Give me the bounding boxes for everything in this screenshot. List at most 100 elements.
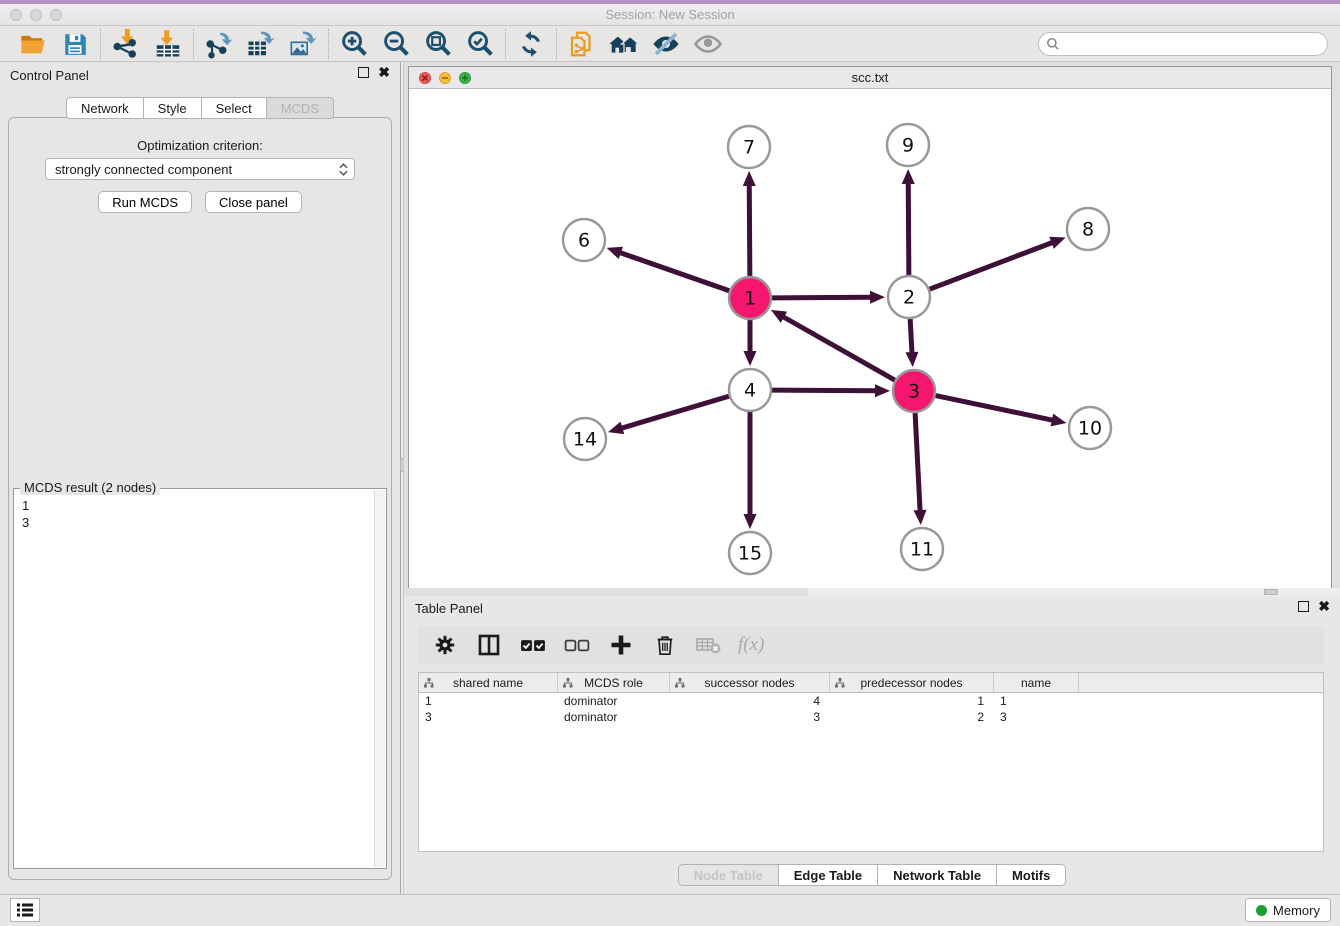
node-11[interactable]: 11	[901, 528, 943, 570]
node-4[interactable]: 4	[729, 369, 771, 411]
close-panel-icon[interactable]: ✖	[378, 67, 390, 78]
node-label-6: 6	[578, 230, 590, 252]
edge-2-9[interactable]	[908, 182, 909, 275]
node-2[interactable]: 2	[888, 276, 930, 318]
edge-arrowhead-2-9	[902, 169, 915, 184]
close-table-panel-icon[interactable]: ✖	[1318, 601, 1330, 612]
edge-2-8[interactable]	[930, 242, 1054, 289]
cell-name[interactable]: 3	[994, 709, 1079, 725]
select-all-icon[interactable]	[518, 630, 548, 660]
node-1[interactable]: 1	[729, 277, 771, 319]
cell-shared-name[interactable]: 1	[419, 693, 558, 709]
edge-3-1[interactable]	[782, 316, 895, 380]
network-canvas[interactable]: 7 9 6 8 1 2 4 3 14 10 15 11	[409, 89, 1331, 588]
memory-button[interactable]: Memory	[1245, 898, 1331, 922]
cell-MCDS-role[interactable]: dominator	[558, 709, 670, 725]
import-network-icon[interactable]	[110, 28, 142, 60]
zoom-out-icon[interactable]	[380, 28, 412, 60]
column-header-MCDS-role[interactable]: MCDS role	[558, 673, 670, 692]
node-6[interactable]: 6	[563, 219, 605, 261]
show-columns-icon[interactable]	[474, 630, 504, 660]
column-header-successor-nodes[interactable]: successor nodes	[670, 673, 830, 692]
cell-successor-nodes[interactable]: 4	[670, 693, 830, 709]
tab-network-table[interactable]: Network Table	[878, 864, 997, 886]
cell-shared-name[interactable]: 3	[419, 709, 558, 725]
close-panel-button[interactable]: Close panel	[205, 191, 302, 213]
optimization-criterion-select[interactable]: strongly connected component	[45, 158, 355, 180]
edge-arrowhead-3-11	[914, 510, 927, 525]
edge-3-10[interactable]	[936, 396, 1054, 421]
tab-network[interactable]: Network	[66, 97, 144, 119]
node-label-10: 10	[1078, 418, 1102, 440]
hide-selected-icon[interactable]	[650, 28, 682, 60]
tab-select[interactable]: Select	[202, 97, 267, 119]
edge-arrowhead-2-8	[1049, 237, 1065, 249]
control-panel: Control Panel ✖ NetworkStyleSelectMCDS O…	[0, 62, 400, 894]
edge-arrowhead-1-7	[743, 171, 756, 186]
select-stepper-icon	[339, 163, 348, 176]
zoom-selected-icon[interactable]	[464, 28, 496, 60]
horizontal-splitter-grip[interactable]	[1264, 589, 1278, 595]
node-15[interactable]: 15	[729, 532, 771, 574]
export-image-icon[interactable]	[287, 28, 319, 60]
tab-mcds[interactable]: MCDS	[267, 97, 334, 119]
cell-predecessor-nodes[interactable]: 1	[830, 693, 994, 709]
zoom-fit-icon[interactable]	[422, 28, 454, 60]
edge-arrowhead-1-6	[607, 247, 623, 259]
deselect-all-icon[interactable]	[562, 630, 592, 660]
node-10[interactable]: 10	[1069, 407, 1111, 449]
node-label-9: 9	[902, 135, 914, 157]
cell-successor-nodes[interactable]: 3	[670, 709, 830, 725]
task-history-button[interactable]	[10, 898, 40, 922]
import-table-icon[interactable]	[152, 28, 184, 60]
zoom-in-icon[interactable]	[338, 28, 370, 60]
column-header-name[interactable]: name	[994, 673, 1079, 692]
table-row[interactable]: 3dominator323	[419, 709, 1323, 725]
save-session-icon[interactable]	[59, 28, 91, 60]
node-label-3: 3	[908, 381, 920, 403]
delete-columns-icon[interactable]	[650, 630, 680, 660]
cell-MCDS-role[interactable]: dominator	[558, 693, 670, 709]
horizontal-splitter[interactable]	[808, 588, 1340, 596]
search-input[interactable]	[1038, 32, 1328, 56]
node-3[interactable]: 3	[893, 370, 935, 412]
node-7[interactable]: 7	[728, 126, 770, 168]
column-header-predecessor-nodes[interactable]: predecessor nodes	[830, 673, 994, 692]
network-window-titlebar[interactable]: scc.txt	[409, 67, 1331, 89]
open-session-icon[interactable]	[17, 28, 49, 60]
first-neighbors-icon[interactable]	[608, 28, 640, 60]
edge-4-3[interactable]	[772, 390, 877, 391]
edge-1-6[interactable]	[619, 252, 729, 291]
node-9[interactable]: 9	[887, 124, 929, 166]
add-column-icon[interactable]	[606, 630, 636, 660]
node-14[interactable]: 14	[564, 418, 606, 460]
mcds-result-scrollbar[interactable]	[374, 490, 385, 867]
export-table-icon[interactable]	[245, 28, 277, 60]
node-8[interactable]: 8	[1067, 208, 1109, 250]
tab-edge-table[interactable]: Edge Table	[779, 864, 878, 886]
function-builder-icon[interactable]: f(x)	[738, 634, 764, 656]
tab-style[interactable]: Style	[144, 97, 202, 119]
delete-table-icon[interactable]	[694, 630, 724, 660]
cell-name[interactable]: 1	[994, 693, 1079, 709]
tab-node-table[interactable]: Node Table	[678, 864, 779, 886]
edge-2-3[interactable]	[910, 319, 912, 354]
new-network-from-selection-icon[interactable]	[566, 28, 598, 60]
mcds-result-text[interactable]: 1 3	[14, 493, 374, 868]
tab-motifs[interactable]: Motifs	[997, 864, 1066, 886]
show-all-icon[interactable]	[692, 28, 724, 60]
export-network-icon[interactable]	[203, 28, 235, 60]
table-options-icon[interactable]	[430, 630, 460, 660]
refresh-icon[interactable]	[515, 28, 547, 60]
edge-1-7[interactable]	[749, 184, 750, 276]
edge-4-14[interactable]	[620, 396, 728, 428]
column-header-shared-name[interactable]: shared name	[419, 673, 558, 692]
float-table-panel-icon[interactable]	[1298, 601, 1309, 612]
float-panel-icon[interactable]	[358, 67, 369, 78]
table-row[interactable]: 1dominator411	[419, 693, 1323, 709]
run-mcds-button[interactable]: Run MCDS	[98, 191, 192, 213]
edge-3-11[interactable]	[915, 413, 920, 512]
edge-1-2[interactable]	[772, 297, 872, 298]
cell-predecessor-nodes[interactable]: 2	[830, 709, 994, 725]
network-graph[interactable]: 7 9 6 8 1 2 4 3 14 10 15 11	[409, 89, 1331, 588]
